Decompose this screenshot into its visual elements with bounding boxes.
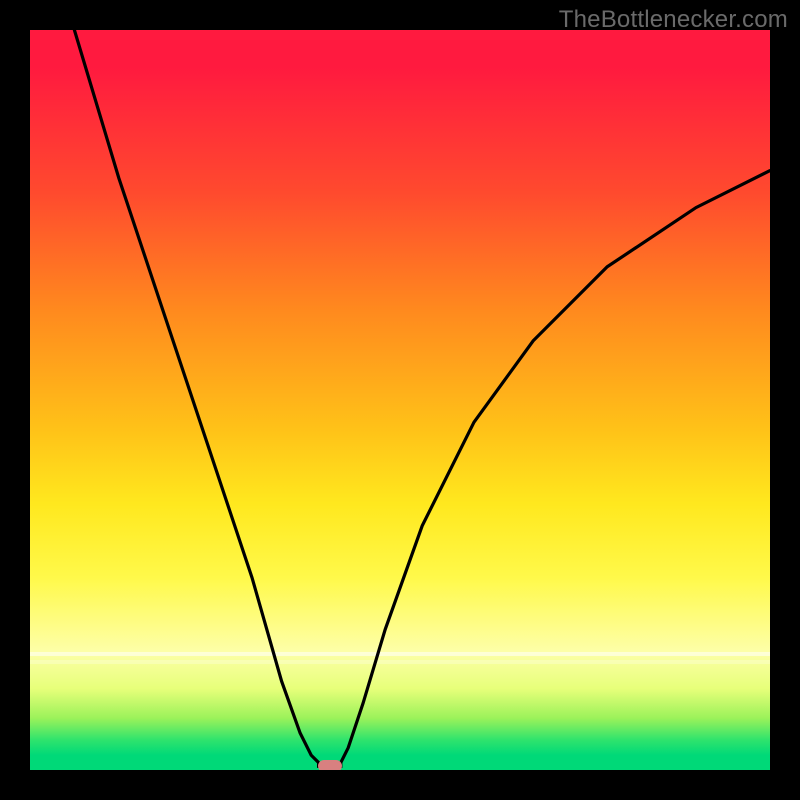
bottleneck-curve <box>30 30 770 770</box>
chart-area <box>30 30 770 770</box>
attribution-label: TheBottlenecker.com <box>559 6 788 34</box>
optimal-point-marker <box>318 760 342 770</box>
